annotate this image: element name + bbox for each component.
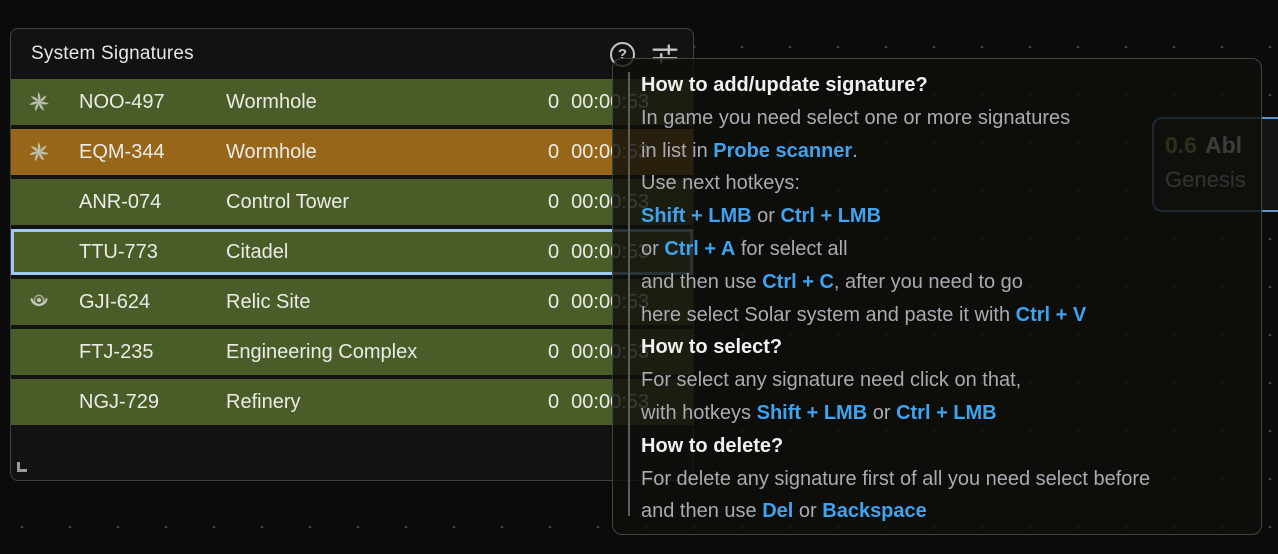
signature-row[interactable]: TTU-773Citadel000:00:53 — [11, 229, 693, 275]
tooltip-line: For select any signature need click on t… — [641, 364, 1243, 397]
hotkey-label: Del — [762, 500, 793, 522]
signature-row[interactable]: NGJ-729Refinery000:00:53 — [11, 379, 693, 425]
tooltip-text: , after you need to go — [834, 271, 1023, 293]
signature-type: Citadel — [226, 241, 548, 264]
signature-type: Engineering Complex — [226, 341, 548, 364]
tooltip-text: For delete any signature first of all yo… — [641, 468, 1150, 490]
signature-count: 0 — [548, 391, 559, 414]
resize-handle[interactable] — [17, 462, 27, 472]
tooltip-text: or — [752, 205, 781, 227]
hotkey-label: Ctrl + C — [762, 271, 834, 293]
tooltip-line: Use next hotkeys: — [641, 167, 1243, 200]
signature-row[interactable]: NOO-497Wormhole000:00:53 — [11, 79, 693, 125]
signature-id: FTJ-235 — [79, 341, 226, 364]
signature-row[interactable]: FTJ-235Engineering Complex000:00:53 — [11, 329, 693, 375]
wormhole-icon — [27, 90, 51, 114]
tooltip-text: and then use — [641, 500, 762, 522]
signature-count: 0 — [548, 91, 559, 114]
tooltip-line: For delete any signature first of all yo… — [641, 463, 1243, 496]
tooltip-text: For select any signature need click on t… — [641, 369, 1021, 391]
hotkey-label: Ctrl + LMB — [780, 205, 881, 227]
tooltip-text: . — [852, 140, 858, 162]
wormhole-glyph — [27, 90, 51, 114]
tooltip-text: for select all — [735, 238, 847, 260]
tooltip-content: How to add/update signature? In game you … — [613, 59, 1261, 528]
signature-count: 0 — [548, 191, 559, 214]
signature-type: Wormhole — [226, 91, 548, 114]
hotkey-label: Shift + LMB — [641, 205, 752, 227]
signature-table: NOO-497Wormhole000:00:53 EQM-344Wormhole… — [11, 79, 693, 425]
panel-title: System Signatures — [31, 43, 194, 65]
signature-type: Wormhole — [226, 141, 548, 164]
tooltip-text: here select Solar system and paste it wi… — [641, 304, 1016, 326]
hotkey-label: Ctrl + A — [664, 238, 735, 260]
tooltip-accent-bar — [628, 72, 630, 516]
no-icon — [27, 390, 51, 414]
signature-count: 0 — [548, 291, 559, 314]
tooltip-line: How to select? — [641, 331, 1243, 364]
wormhole-icon — [27, 140, 51, 164]
tooltip-heading: How to delete? — [641, 435, 783, 457]
relic-glyph — [27, 290, 51, 314]
signature-type: Control Tower — [226, 191, 548, 214]
signature-id: TTU-773 — [79, 241, 226, 264]
tooltip-text: or — [641, 238, 664, 260]
signature-id: NOO-497 — [79, 91, 226, 114]
tooltip-text: Use next hotkeys: — [641, 172, 800, 194]
tooltip-text: or — [793, 500, 822, 522]
hotkey-label: Backspace — [822, 500, 927, 522]
signature-count: 0 — [548, 141, 559, 164]
tooltip-text: In game you need select one or more sign… — [641, 107, 1070, 129]
signature-id: GJI-624 — [79, 291, 226, 314]
hotkey-label: Probe scanner — [713, 140, 852, 162]
signature-type: Relic Site — [226, 291, 548, 314]
help-tooltip: How to add/update signature? In game you … — [612, 58, 1262, 535]
tooltip-text: in list in — [641, 140, 713, 162]
tooltip-text: and then use — [641, 271, 762, 293]
no-icon — [27, 240, 51, 264]
signature-row[interactable]: ANR-074Control Tower000:00:53 — [11, 179, 693, 225]
system-signatures-panel: System Signatures ? NOO-497Wormhole000:0… — [10, 28, 694, 481]
hotkey-label: Shift + LMB — [757, 402, 868, 424]
signature-row[interactable]: EQM-344Wormhole000:00:53 — [11, 129, 693, 175]
tooltip-line: In game you need select one or more sign… — [641, 102, 1243, 135]
tooltip-line: How to delete? — [641, 430, 1243, 463]
tooltip-text: or — [867, 402, 896, 424]
tooltip-line: and then use Ctrl + C, after you need to… — [641, 266, 1243, 299]
map-canvas[interactable]: { "panel": { "title": "System Signatures… — [0, 0, 1278, 554]
tooltip-line: and then use Del or Backspace — [641, 495, 1243, 528]
tooltip-heading: How to select? — [641, 336, 782, 358]
wormhole-glyph — [27, 140, 51, 164]
tooltip-text: with hotkeys — [641, 402, 757, 424]
tooltip-line: here select Solar system and paste it wi… — [641, 299, 1243, 332]
tooltip-heading: How to add/update signature? — [641, 74, 928, 96]
panel-header: System Signatures ? — [11, 29, 693, 79]
tooltip-line: with hotkeys Shift + LMB or Ctrl + LMB — [641, 397, 1243, 430]
signature-id: EQM-344 — [79, 141, 226, 164]
signature-id: ANR-074 — [79, 191, 226, 214]
signature-row[interactable]: GJI-624Relic Site000:00:53 — [11, 279, 693, 325]
no-icon — [27, 340, 51, 364]
tooltip-line: Shift + LMB or Ctrl + LMB — [641, 200, 1243, 233]
signature-count: 0 — [548, 341, 559, 364]
no-icon — [27, 190, 51, 214]
tooltip-line: How to add/update signature? — [641, 69, 1243, 102]
tooltip-line: in list in Probe scanner. — [641, 135, 1243, 168]
hotkey-label: Ctrl + LMB — [896, 402, 997, 424]
signature-type: Refinery — [226, 391, 548, 414]
relic-site-icon — [27, 290, 51, 314]
tooltip-line: or Ctrl + A for select all — [641, 233, 1243, 266]
signature-id: NGJ-729 — [79, 391, 226, 414]
hotkey-label: Ctrl + V — [1016, 304, 1087, 326]
signature-count: 0 — [548, 241, 559, 264]
